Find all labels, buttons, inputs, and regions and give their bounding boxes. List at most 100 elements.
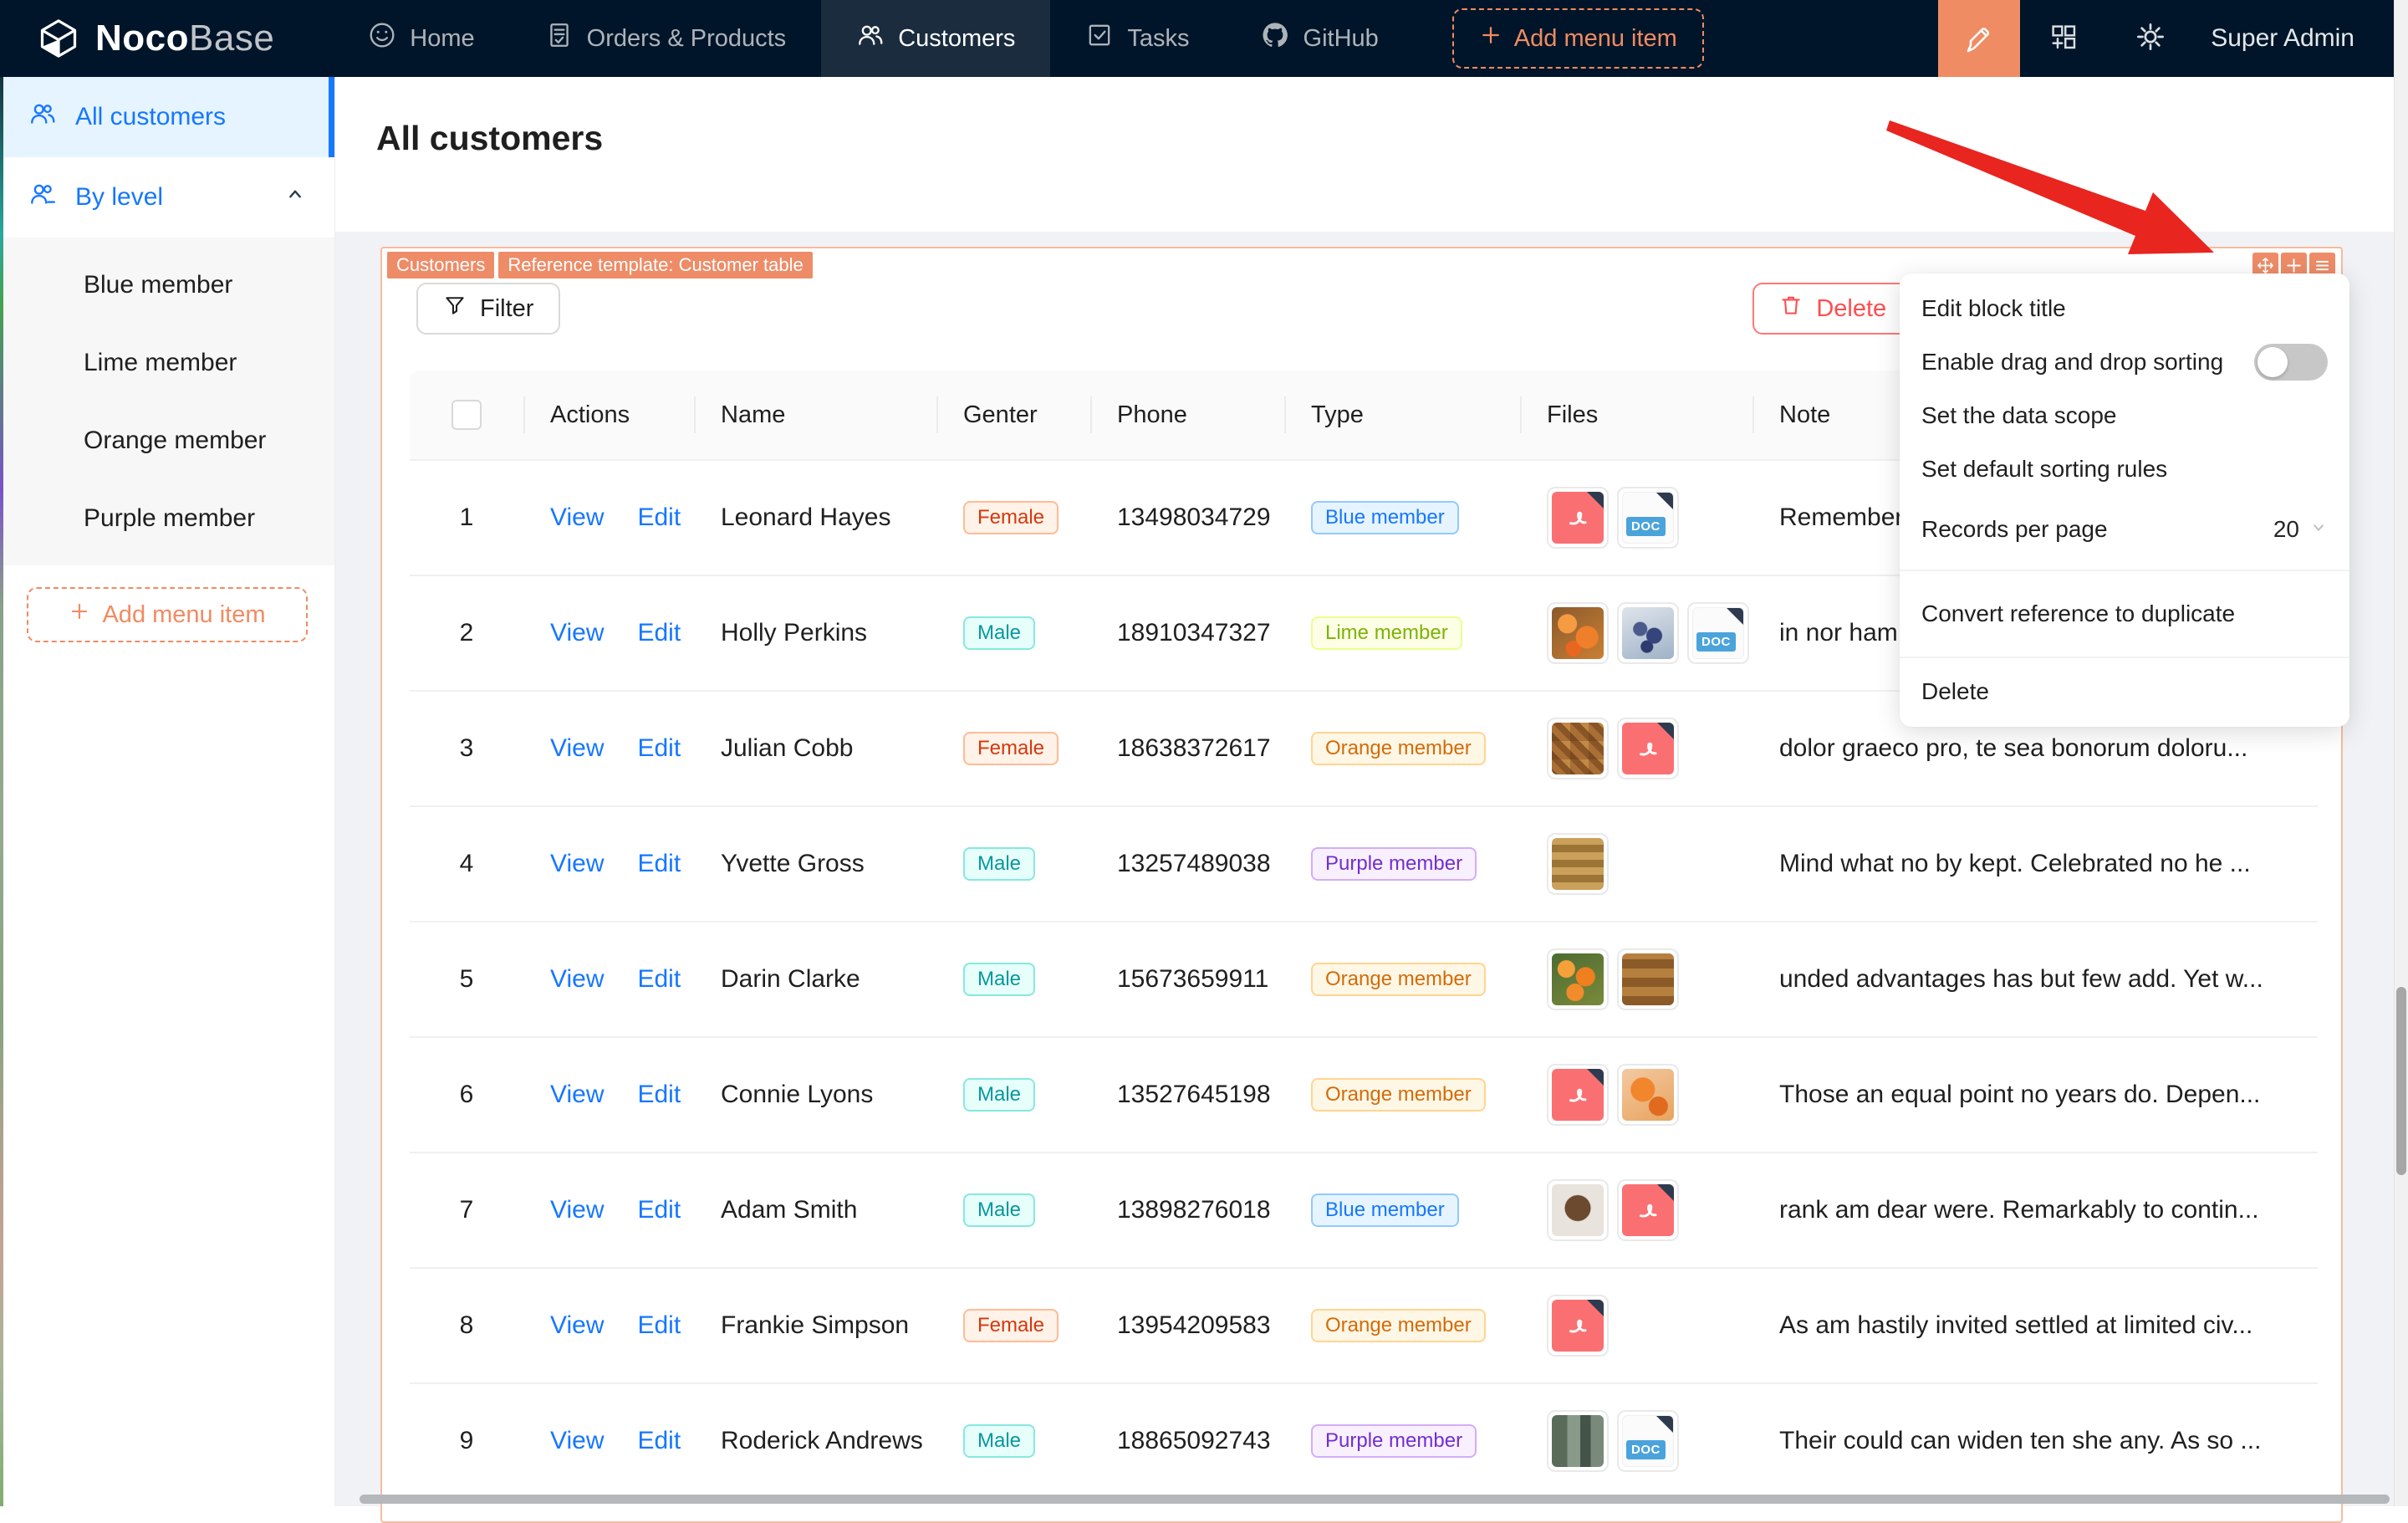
ui-editor-button[interactable]	[1938, 0, 2021, 77]
edit-link[interactable]: Edit	[637, 965, 681, 994]
header-gender: Genter	[936, 371, 1090, 459]
settings-button[interactable]	[2107, 0, 2194, 77]
pdf-file-icon[interactable]	[1547, 1064, 1609, 1126]
menu-item-delete-block[interactable]: Delete	[1900, 665, 2349, 718]
select-all-header	[410, 371, 523, 459]
nocobase-logo[interactable]: NocoBase	[0, 17, 308, 60]
edit-link[interactable]: Edit	[637, 503, 681, 532]
view-link[interactable]: View	[550, 1196, 604, 1224]
table-row: 7 View Edit Adam Smith Male 13898276018 Blue m…	[410, 1153, 2318, 1269]
image-thumbnail[interactable]	[1547, 948, 1609, 1010]
type-cell: Orange member	[1284, 1078, 1520, 1112]
edit-link[interactable]: Edit	[637, 1311, 681, 1340]
nav-item-tasks[interactable]: Tasks	[1050, 0, 1224, 77]
phone-cell: 13498034729	[1117, 503, 1271, 531]
image-thumbnail[interactable]	[1547, 718, 1609, 779]
image-thumbnail[interactable]	[1547, 1410, 1609, 1472]
image-thumbnail[interactable]	[1547, 602, 1609, 664]
sidebar-item-lime-member[interactable]: Lime member	[0, 324, 334, 401]
image-thumbnail[interactable]	[1617, 948, 1679, 1010]
image-thumbnail[interactable]	[1547, 833, 1609, 895]
pdf-file-icon[interactable]	[1547, 1295, 1609, 1357]
pdf-file-icon[interactable]	[1547, 487, 1609, 549]
edit-link[interactable]: Edit	[637, 1081, 681, 1109]
horizontal-scrollbar-thumb[interactable]	[360, 1495, 2390, 1504]
files-cell	[1520, 1179, 1752, 1241]
sidebar-item-purple-member[interactable]: Purple member	[0, 479, 334, 557]
menu-item-set-data-scope[interactable]: Set the data scope	[1900, 389, 2349, 442]
plugin-manager-button[interactable]	[2020, 0, 2107, 77]
view-link[interactable]: View	[550, 1081, 604, 1109]
nav-item-github[interactable]: GitHub	[1225, 0, 1414, 77]
type-cell: Orange member	[1284, 1309, 1520, 1342]
doc-label: DOC	[1626, 1440, 1666, 1459]
image-thumbnail[interactable]	[1547, 1179, 1609, 1241]
view-link[interactable]: View	[550, 1311, 604, 1340]
edit-link[interactable]: Edit	[637, 734, 681, 763]
file-list	[1547, 1064, 1679, 1126]
view-link[interactable]: View	[550, 1427, 604, 1455]
image-thumbnail[interactable]	[1617, 602, 1679, 664]
collection-tag: Customers	[387, 252, 495, 279]
menu-item-enable-drag-sorting[interactable]: Enable drag and drop sorting	[1900, 335, 2349, 389]
pdf-file-icon[interactable]	[1617, 718, 1679, 779]
doc-file-art: DOC	[1622, 492, 1674, 544]
delete-button[interactable]: Delete	[1752, 283, 1914, 335]
photo-art	[1552, 607, 1604, 659]
photo-art	[1622, 607, 1674, 659]
pdf-file-icon[interactable]	[1617, 1179, 1679, 1241]
row-index: 5	[459, 965, 474, 993]
view-link[interactable]: View	[550, 503, 604, 532]
vertical-scrollbar-thumb[interactable]	[2396, 987, 2406, 1175]
nav-item-customers[interactable]: Customers	[821, 0, 1051, 77]
records-per-page-select[interactable]: 20	[2273, 516, 2328, 543]
sidebar-add-menu-item-button[interactable]: Add menu item	[27, 587, 308, 642]
sidebar-item-orange-member[interactable]: Orange member	[0, 401, 334, 479]
phone-cell: 18865092743	[1117, 1427, 1271, 1454]
view-link[interactable]: View	[550, 965, 604, 994]
filter-button[interactable]: Filter	[416, 283, 561, 335]
edit-link[interactable]: Edit	[637, 850, 681, 878]
edit-link[interactable]: Edit	[637, 1196, 681, 1224]
vertical-scrollbar-track[interactable]	[2394, 0, 2408, 1506]
file-fold-corner	[1587, 492, 1604, 509]
user-menu[interactable]: Super Admin	[2194, 24, 2408, 53]
delete-label: Delete	[1816, 294, 1887, 322]
menu-item-set-default-sorting[interactable]: Set default sorting rules	[1900, 442, 2349, 496]
plus-icon	[69, 601, 90, 629]
drag-sorting-toggle[interactable]	[2254, 344, 2328, 381]
row-index-cell: 8	[410, 1311, 523, 1340]
edit-link[interactable]: Edit	[637, 1427, 681, 1455]
doc-file-icon[interactable]: DOC	[1617, 487, 1679, 549]
note-cell: As am hastily invited settled at limited…	[1752, 1311, 2318, 1340]
files-cell	[1520, 718, 1752, 779]
row-actions-cell: View Edit	[523, 850, 694, 878]
view-link[interactable]: View	[550, 619, 604, 647]
add-menu-item-button[interactable]: Add menu item	[1451, 8, 1704, 69]
gender-cell: Male	[936, 1193, 1090, 1227]
doc-file-art: DOC	[1622, 1415, 1674, 1467]
note-cell: unded advantages has but few add. Yet w.…	[1752, 965, 2318, 994]
nav-item-home[interactable]: Home	[333, 0, 509, 77]
sidebar-item-by-level[interactable]: By level	[0, 157, 334, 238]
type-cell: Blue member	[1284, 1193, 1520, 1227]
image-thumbnail[interactable]	[1617, 1064, 1679, 1126]
top-navbar: NocoBase Home Orders & Products Customer…	[0, 0, 2408, 77]
doc-file-icon[interactable]: DOC	[1687, 602, 1749, 664]
name-cell: Darin Clarke	[721, 965, 860, 993]
select-all-checkbox[interactable]	[452, 400, 482, 430]
menu-item-convert-reference[interactable]: Convert reference to duplicate	[1900, 578, 2349, 650]
gender-cell: Male	[936, 847, 1090, 881]
photo-art	[1552, 1415, 1604, 1467]
menu-item-edit-block-title[interactable]: Edit block title	[1900, 282, 2349, 335]
view-link[interactable]: View	[550, 850, 604, 878]
view-link[interactable]: View	[550, 734, 604, 763]
phone-cell: 15673659911	[1117, 965, 1269, 993]
doc-file-icon[interactable]: DOC	[1617, 1410, 1679, 1472]
nav-item-orders-products[interactable]: Orders & Products	[510, 0, 822, 77]
sidebar-item-blue-member[interactable]: Blue member	[0, 246, 334, 324]
menu-item-records-per-page[interactable]: Records per page 20	[1900, 496, 2349, 563]
file-fold-corner	[1587, 1300, 1604, 1316]
sidebar-item-all-customers[interactable]: All customers	[0, 77, 334, 157]
edit-link[interactable]: Edit	[637, 619, 681, 647]
